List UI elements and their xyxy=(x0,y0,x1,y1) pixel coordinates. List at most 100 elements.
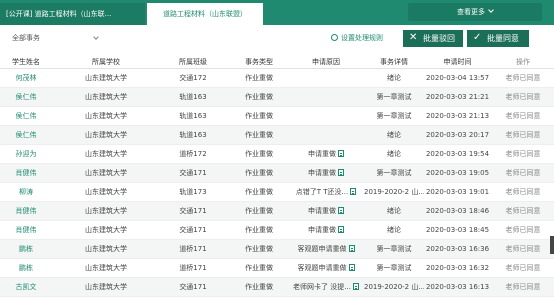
affair-type-cell-text: 作业重做 xyxy=(245,74,273,82)
reason-cell-text: 点错了T T还没... xyxy=(295,188,349,196)
column-header: 申请原因 xyxy=(312,58,340,66)
student-name-link[interactable]: 肖健伟 xyxy=(0,202,52,221)
table-row[interactable]: 肖健伟 山东建筑大学 交通171 作业重做 申请重做 绪论 2020-03-03 18:45… xyxy=(0,221,554,240)
reason-cell-text: 申请重做 xyxy=(308,226,336,234)
student-name-link[interactable]: 肖健伟 xyxy=(0,221,52,240)
table-row[interactable]: 侯仁伟 山东建筑大学 轨道163 作业重做 第一章测试 2020-03-03 21:21 老… xyxy=(0,88,554,107)
column-header: 所属班级 xyxy=(179,58,207,66)
time-cell-text: 2020-03-03 18:45 xyxy=(425,226,490,234)
document-icon[interactable] xyxy=(352,283,359,290)
affair-type-cell: 作业重做 xyxy=(230,126,288,145)
student-name-link[interactable]: 侯仁伟 xyxy=(0,88,52,107)
student-name-link-text: 古凯文 xyxy=(15,283,37,291)
settings-rules-link[interactable]: 设置处理规则 xyxy=(331,33,383,43)
school-cell: 山东建筑大学 xyxy=(62,126,150,145)
time-cell-text: 2020-03-03 21:21 xyxy=(425,93,490,101)
document-icon[interactable] xyxy=(348,264,355,271)
affair-type-cell: 作业重做 xyxy=(230,259,288,278)
detail-cell-text: 第一章测试 xyxy=(376,245,412,253)
operation-status-text: 老师已同意 xyxy=(505,112,541,120)
table-row[interactable]: 侯仁伟 山东建筑大学 轨道163 作业重做 绪论 2020-03-03 20:17 老师已同… xyxy=(0,126,554,145)
student-name-link[interactable]: 鹏栋 xyxy=(0,259,52,278)
school-cell-text: 山东建筑大学 xyxy=(85,283,127,291)
document-icon[interactable] xyxy=(348,245,355,252)
school-cell: 山东建筑大学 xyxy=(62,69,150,88)
student-name-link-text: 侯仁伟 xyxy=(15,93,37,101)
table-row[interactable]: 肖健伟 山东建筑大学 交通171 作业重做 申请重做 第一章测试 2020-03-03 19… xyxy=(0,164,554,183)
class-cell-text: 轨道163 xyxy=(179,131,207,139)
table-row[interactable]: 柳涛 山东建筑大学 轨道173 作业重做 点错了T T还没... 2019-2020-2 … xyxy=(0,183,554,202)
student-name-link[interactable]: 肖健伟 xyxy=(0,164,52,183)
table-row[interactable]: 鹏栋 山东建筑大学 道桥171 作业重做 客观题申请重做 第一章测试 2020-03-03 … xyxy=(0,259,554,278)
document-icon[interactable] xyxy=(338,226,344,233)
time-cell-text: 2020-03-03 20:17 xyxy=(425,131,490,139)
course-tab-current[interactable]: 道路工程材料（山东联盟） xyxy=(147,3,263,25)
student-name-link[interactable]: 古凯文 xyxy=(0,278,52,297)
affair-type-cell-text: 作业重做 xyxy=(245,264,273,272)
school-cell-text: 山东建筑大学 xyxy=(85,112,127,120)
school-cell: 山东建筑大学 xyxy=(62,164,150,183)
operation-status-text: 老师已同意 xyxy=(505,226,541,234)
student-name-link[interactable]: 柳涛 xyxy=(0,183,52,202)
detail-cell-text: 绪论 xyxy=(387,131,401,139)
column-header: 操作 xyxy=(516,58,530,66)
affair-type-cell-text: 作业重做 xyxy=(245,150,273,158)
batch-approve-button[interactable]: ✓ 批量同意 xyxy=(467,30,529,47)
scrollbar-thumb[interactable] xyxy=(550,236,554,254)
school-cell: 山东建筑大学 xyxy=(62,88,150,107)
class-cell: 轨道163 xyxy=(162,88,224,107)
check-icon: ✓ xyxy=(473,32,482,43)
table-row[interactable]: 何茂林 山东建筑大学 交通172 作业重做 绪论 2020-03-04 13:57 老师已同… xyxy=(0,69,554,88)
operation-status: 老师已同意 xyxy=(498,107,548,126)
document-icon[interactable] xyxy=(338,150,344,157)
document-icon[interactable] xyxy=(350,188,357,195)
reason-cell-text: 申请重做 xyxy=(308,169,336,177)
student-name-link[interactable]: 侯仁伟 xyxy=(0,126,52,145)
detail-cell: 第一章测试 xyxy=(364,107,424,126)
time-cell: 2020-03-03 16:36 xyxy=(420,240,495,259)
student-name-link[interactable]: 侯仁伟 xyxy=(0,107,52,126)
affair-type-cell-text: 作业重做 xyxy=(245,283,273,291)
class-cell: 交通171 xyxy=(162,278,224,297)
time-cell-text: 2020-03-03 19:05 xyxy=(425,169,490,177)
table-row[interactable]: 肖健伟 山东建筑大学 交通171 作业重做 申请重做 绪论 2020-03-03 18:46… xyxy=(0,202,554,221)
class-cell: 道桥171 xyxy=(162,240,224,259)
operation-status: 老师已同意 xyxy=(498,183,548,202)
affair-type-select[interactable]: 全部事务 xyxy=(12,31,100,46)
column-header: 学生姓名 xyxy=(12,58,40,66)
detail-cell: 第一章测试 xyxy=(364,240,424,259)
reason-cell-text: 客观题申请重做 xyxy=(297,264,347,272)
student-name-link-text: 肖健伟 xyxy=(15,207,37,215)
affair-type-cell-text: 作业重做 xyxy=(245,93,273,101)
detail-cell: 2019-2020-2 山... xyxy=(364,278,424,297)
filter-bar: 全部事务 设置处理规则 ✕ 批量驳回 ✓ 批量同意 xyxy=(0,27,554,51)
school-cell-text: 山东建筑大学 xyxy=(85,245,127,253)
course-tab-public[interactable]: [公开课] 道路工程材料（山东联... xyxy=(0,3,145,25)
school-cell: 山东建筑大学 xyxy=(62,202,150,221)
batch-reject-button[interactable]: ✕ 批量驳回 xyxy=(403,30,463,47)
detail-cell-text: 绪论 xyxy=(387,207,401,215)
school-cell-text: 山东建筑大学 xyxy=(85,150,127,158)
student-name-link[interactable]: 鹏栋 xyxy=(0,240,52,259)
time-cell: 2020-03-03 19:54 xyxy=(420,145,495,164)
school-cell: 山东建筑大学 xyxy=(62,183,150,202)
table-row[interactable]: 侯仁伟 山东建筑大学 轨道163 作业重做 第一章测试 2020-03-03 21:13 老… xyxy=(0,107,554,126)
operation-status: 老师已同意 xyxy=(498,88,548,107)
school-cell-text: 山东建筑大学 xyxy=(85,93,127,101)
operation-status-text: 老师已同意 xyxy=(505,207,541,215)
table-row[interactable]: 孙迎为 山东建筑大学 道桥172 作业重做 申请重做 绪论 2020-03-03 19:54… xyxy=(0,145,554,164)
view-more-button[interactable]: 查看更多 xyxy=(408,3,542,21)
reason-cell: 老师网卡了 没提... xyxy=(290,278,362,297)
table-row[interactable]: 鹏栋 山东建筑大学 道桥171 作业重做 客观题申请重做 第一章测试 2020-03-03 … xyxy=(0,240,554,259)
operation-status: 老师已同意 xyxy=(498,278,548,297)
class-cell-text: 交通171 xyxy=(179,169,207,177)
document-icon[interactable] xyxy=(338,169,344,176)
time-cell-text: 2020-03-03 16:13 xyxy=(425,283,490,291)
time-cell-text: 2020-03-03 21:13 xyxy=(425,112,490,120)
document-icon[interactable] xyxy=(338,207,344,214)
table-row[interactable]: 古凯文 山东建筑大学 交通171 作业重做 老师网卡了 没提... 2019-2020-2… xyxy=(0,278,554,297)
student-name-link[interactable]: 何茂林 xyxy=(0,69,52,88)
operation-status: 老师已同意 xyxy=(498,202,548,221)
student-name-link[interactable]: 孙迎为 xyxy=(0,145,52,164)
affair-type-cell-text: 作业重做 xyxy=(245,188,273,196)
